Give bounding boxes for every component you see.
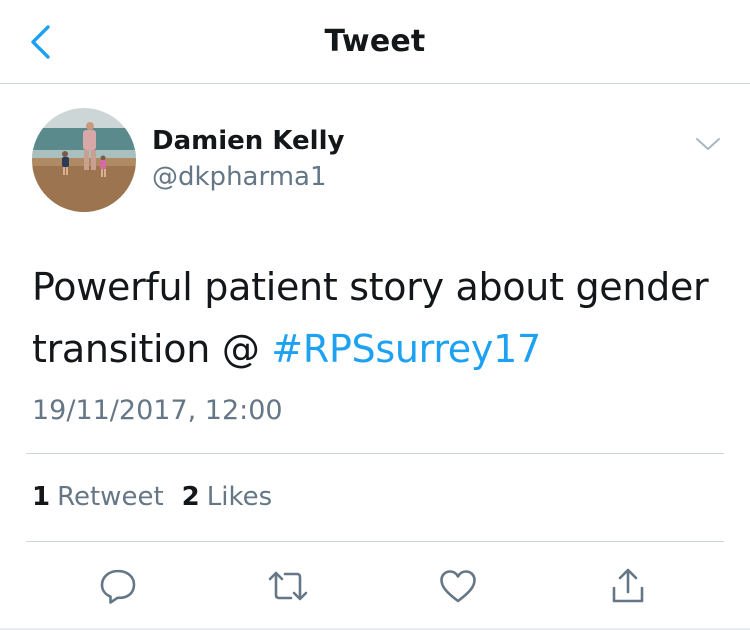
avatar-photo <box>32 108 136 212</box>
chevron-down-icon <box>696 138 720 150</box>
reply-button[interactable] <box>94 560 142 612</box>
tweet-stats: 1 Retweet 2 Likes <box>32 480 272 514</box>
retweet-label: Retweet <box>57 482 164 512</box>
share-icon <box>612 568 644 603</box>
page-title: Tweet <box>324 24 426 59</box>
divider <box>26 453 724 454</box>
navigation-header: Tweet <box>0 0 750 84</box>
like-button[interactable] <box>434 560 482 612</box>
retweet-button[interactable] <box>264 560 312 612</box>
divider <box>26 541 724 542</box>
retweet-stat[interactable]: 1 Retweet <box>32 480 164 514</box>
tweet-menu-button[interactable] <box>692 132 724 156</box>
retweet-icon <box>268 571 308 601</box>
like-stat[interactable]: 2 Likes <box>182 480 272 514</box>
tweet-timestamp: 19/11/2017, 12:00 <box>32 395 283 426</box>
tweet-text: Powerful patient story about gender tran… <box>32 256 722 380</box>
like-label: Likes <box>206 482 273 512</box>
retweet-count: 1 <box>32 482 51 512</box>
hashtag-link[interactable]: #RPSsurrey17 <box>271 327 541 371</box>
action-bar <box>0 560 750 612</box>
reply-icon <box>100 569 136 604</box>
heart-icon <box>440 570 476 603</box>
share-button[interactable] <box>604 560 652 612</box>
like-count: 2 <box>181 482 200 512</box>
author-name[interactable]: Damien Kelly <box>152 124 344 158</box>
avatar[interactable] <box>32 108 136 212</box>
author-handle[interactable]: @dkpharma1 <box>152 160 327 194</box>
